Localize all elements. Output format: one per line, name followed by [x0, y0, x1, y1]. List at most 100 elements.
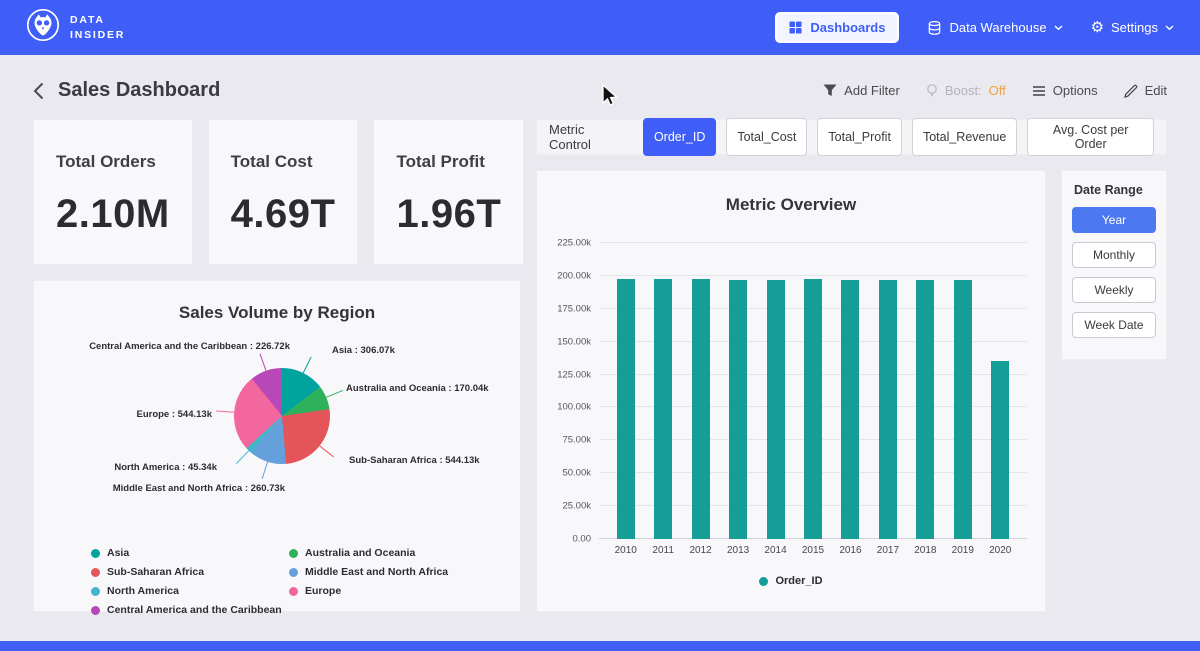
date-range-option-year[interactable]: Year	[1072, 207, 1156, 233]
legend-dot	[91, 568, 100, 577]
header-actions: Add Filter Boost: Off Options	[823, 83, 1167, 98]
brand-line-2: INSIDER	[70, 28, 125, 43]
pie-callout-north-america: North America : 45.34k	[114, 462, 217, 473]
bar-slot	[907, 243, 944, 539]
bar-2019[interactable]	[954, 280, 972, 539]
left-column: Total Orders2.10MTotal Cost4.69T Total Pr…	[33, 119, 521, 612]
kpi-value: 2.10M	[56, 192, 170, 237]
bar-chart-legend: Order_ID	[537, 575, 1045, 587]
dashboards-grid-icon	[789, 21, 802, 34]
bar-2020[interactable]	[991, 361, 1009, 539]
legend-label: Europe	[305, 585, 341, 597]
pie-chart-title: Sales Volume by Region	[50, 303, 504, 323]
bar-2017[interactable]	[879, 280, 897, 539]
legend-item-sub-saharan-africa: Sub-Saharan Africa	[91, 566, 265, 578]
metric-control-bar: Metric Control Order_IDTotal_CostTotal_P…	[536, 119, 1167, 155]
x-axis-tick: 2013	[719, 545, 756, 556]
owl-logo-icon	[26, 8, 60, 47]
kpi-label: Total Profit	[396, 152, 501, 172]
date-range-option-week-date[interactable]: Week Date	[1072, 312, 1156, 338]
bar-2015[interactable]	[804, 279, 822, 539]
date-range-option-monthly[interactable]: Monthly	[1072, 242, 1156, 268]
right-column: Metric Control Order_IDTotal_CostTotal_P…	[536, 119, 1167, 612]
legend-dot	[289, 587, 298, 596]
bar-2018[interactable]	[916, 280, 934, 539]
pie-callout-middle-east-and-north-africa: Middle East and North Africa : 260.73k	[113, 483, 285, 494]
bar-2010[interactable]	[617, 279, 635, 539]
y-axis-tick: 150.00k	[557, 336, 591, 347]
bar-slot	[719, 243, 756, 539]
pie-chart: Asia : 306.07kAustralia and Oceania : 17…	[50, 333, 504, 539]
bar-slot	[944, 243, 981, 539]
legend-item-central-america-and-the-caribbean: Central America and the Caribbean	[91, 604, 265, 616]
pie-legend: Asia Sub-Saharan Africa North America Centr…	[91, 547, 463, 616]
legend-item-north-america: North America	[91, 585, 265, 597]
database-icon	[927, 20, 942, 36]
pencil-icon	[1124, 84, 1138, 98]
bar-slot	[869, 243, 906, 539]
legend-label: Middle East and North Africa	[305, 566, 448, 578]
kpi-row: Total Orders2.10MTotal Cost4.69T Total Pr…	[33, 119, 521, 265]
legend-dot	[91, 606, 100, 615]
add-filter-label: Add Filter	[844, 83, 900, 98]
metric-option-avg-cost-per-order[interactable]: Avg. Cost per Order	[1027, 118, 1154, 156]
data-warehouse-menu[interactable]: Data Warehouse	[927, 20, 1062, 36]
brand-name: DATA INSIDER	[70, 13, 125, 42]
date-range-card: Date Range YearMonthlyWeeklyWeek Date	[1061, 170, 1167, 360]
pie-circle[interactable]	[234, 368, 330, 464]
y-axis-tick: 0.00	[573, 534, 592, 545]
pie-callout-sub-saharan-africa: Sub-Saharan Africa : 544.13k	[349, 455, 480, 466]
gear-icon: ⚙	[1091, 20, 1104, 35]
x-axis-tick: 2019	[944, 545, 981, 556]
y-axis-tick: 200.00k	[557, 270, 591, 281]
boost-toggle[interactable]: Boost: Off	[926, 83, 1006, 98]
chevron-down-icon	[1054, 25, 1063, 31]
bar-slot	[644, 243, 681, 539]
options-button[interactable]: Options	[1032, 83, 1098, 98]
page-title: Sales Dashboard	[58, 79, 220, 102]
legend-dot	[759, 577, 768, 586]
chevron-down-icon	[1165, 25, 1174, 31]
bar-2016[interactable]	[841, 280, 859, 539]
legend-item-middle-east-and-north-africa: Middle East and North Africa	[289, 566, 463, 578]
kpi-card-total-cost: Total Cost4.69T	[208, 119, 359, 265]
dashboards-button[interactable]: Dashboards	[775, 12, 899, 43]
bar-slot	[982, 243, 1019, 539]
metric-overview-card: Metric Overview 0.0025.00k50.00k75.00k10…	[536, 170, 1046, 612]
x-axis-tick: 2011	[644, 545, 681, 556]
bar-legend-label: Order_ID	[775, 575, 822, 587]
metric-option-total-cost[interactable]: Total_Cost	[726, 118, 807, 156]
kpi-card-total-orders: Total Orders2.10M	[33, 119, 193, 265]
y-axis-tick: 100.00k	[557, 402, 591, 413]
bar-2014[interactable]	[767, 280, 785, 539]
legend-item-asia: Asia	[91, 547, 265, 559]
legend-dot	[91, 587, 100, 596]
back-button[interactable]	[33, 82, 44, 100]
legend-label: Australia and Oceania	[305, 547, 415, 559]
pie-callout-europe: Europe : 544.13k	[136, 409, 212, 420]
settings-menu[interactable]: ⚙ Settings	[1091, 20, 1174, 35]
dashboards-label: Dashboards	[810, 20, 885, 35]
options-label: Options	[1053, 83, 1098, 98]
edit-button[interactable]: Edit	[1124, 83, 1167, 98]
y-axis-tick: 225.00k	[557, 238, 591, 249]
metric-option-total-revenue[interactable]: Total_Revenue	[912, 118, 1017, 156]
bar-slot	[832, 243, 869, 539]
x-axis-tick: 2018	[907, 545, 944, 556]
legend-dot	[289, 549, 298, 558]
date-range-option-weekly[interactable]: Weekly	[1072, 277, 1156, 303]
legend-label: Asia	[107, 547, 129, 559]
legend-dot	[91, 549, 100, 558]
y-axis-tick: 25.00k	[562, 501, 591, 512]
y-axis-tick: 125.00k	[557, 369, 591, 380]
bar-2012[interactable]	[692, 279, 710, 539]
legend-item-australia-and-oceania: Australia and Oceania	[289, 547, 463, 559]
bar-2011[interactable]	[654, 279, 672, 539]
legend-dot	[289, 568, 298, 577]
metric-option-order-id[interactable]: Order_ID	[643, 118, 716, 156]
options-list-icon	[1032, 85, 1046, 97]
topbar: DATA INSIDER Dashboards	[0, 0, 1200, 55]
bar-2013[interactable]	[729, 280, 747, 539]
metric-option-total-profit[interactable]: Total_Profit	[817, 118, 902, 156]
add-filter-button[interactable]: Add Filter	[823, 83, 900, 98]
